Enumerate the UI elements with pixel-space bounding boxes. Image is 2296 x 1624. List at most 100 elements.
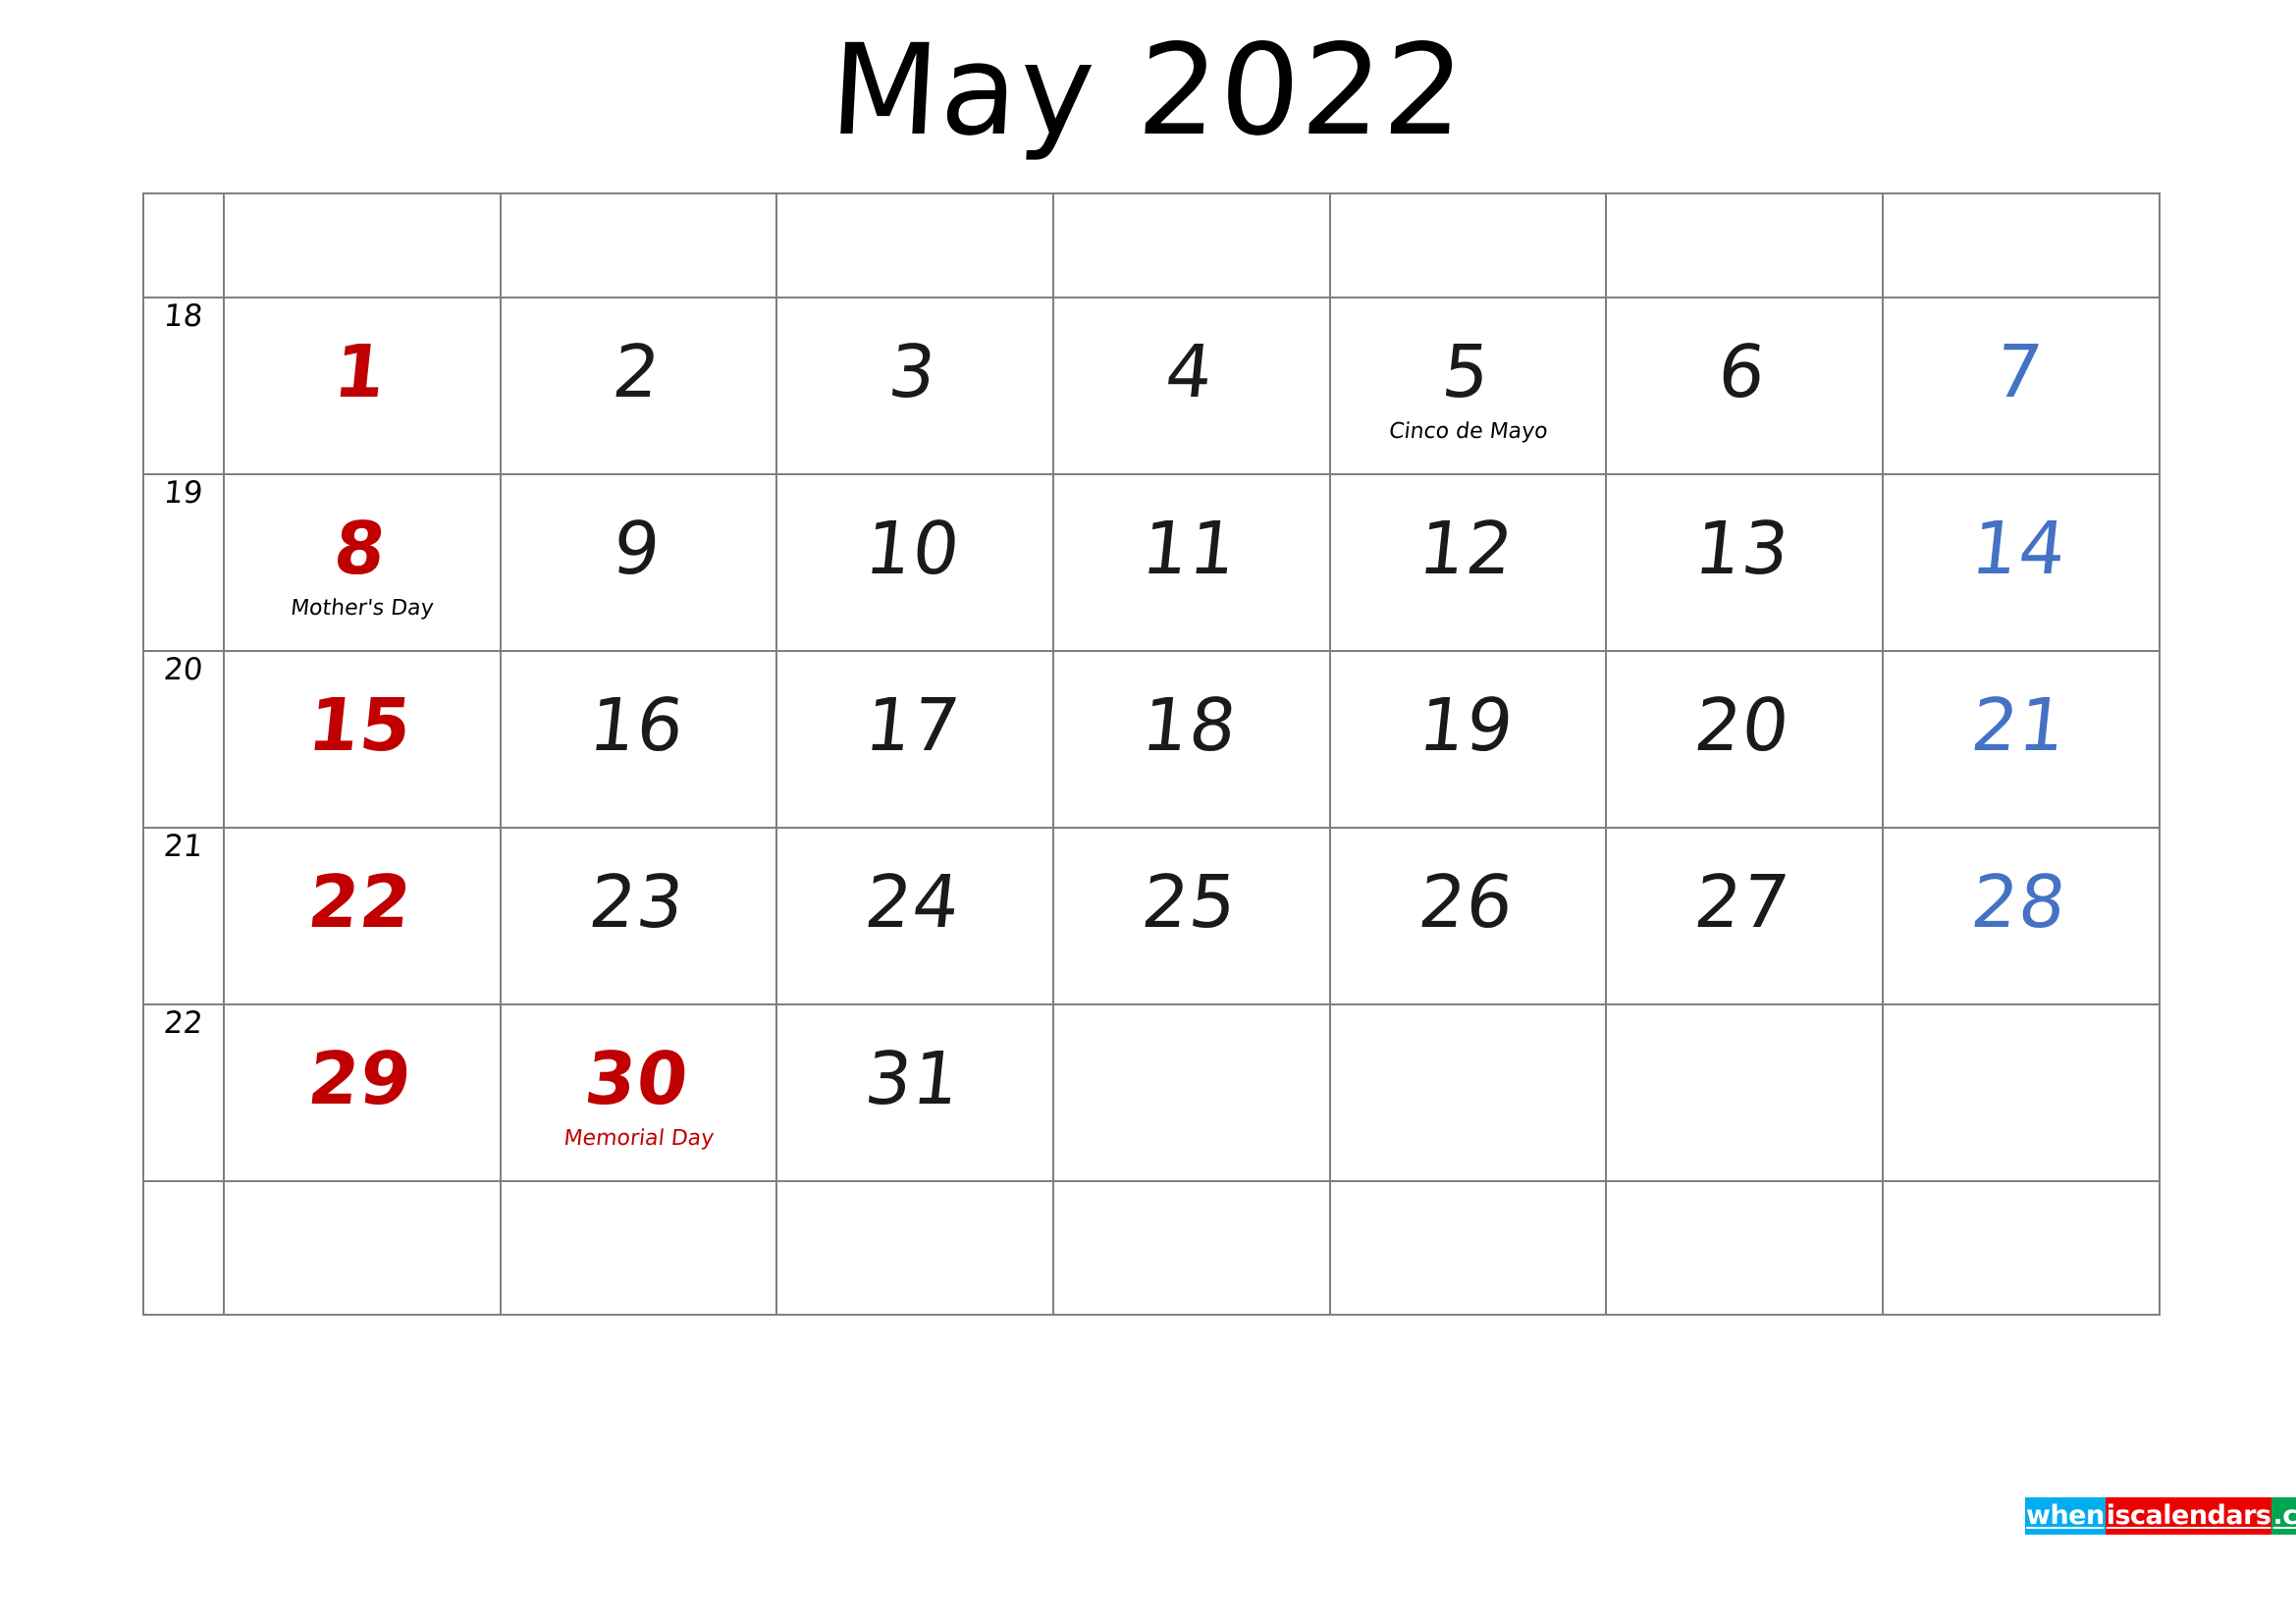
watermark-segment-when-label: when (2026, 1500, 2105, 1531)
day-cell-mon[interactable]: 2 (499, 297, 778, 475)
column-header-mon-label: Mon (578, 190, 699, 260)
column-header-fri-label: Fri (1709, 190, 1781, 260)
day-cell-wed[interactable]: 18 (1052, 650, 1331, 829)
column-header-wed: Wed (1052, 190, 1331, 298)
week-number-cell: 19 (142, 473, 225, 652)
column-header-thu-label: Thu (1414, 190, 1522, 260)
calendar-week-row: 18 1 2 3 4 5 Cinco de Mayo 6 7 (142, 297, 2161, 475)
day-number: 1 (330, 330, 391, 414)
column-header-tue: Tue (775, 190, 1055, 298)
column-header-sun: Sun (223, 190, 502, 298)
day-cell-fri[interactable] (1605, 1003, 1885, 1182)
day-number: 8 (330, 507, 391, 591)
day-cell-sun[interactable]: 29 (223, 1003, 502, 1182)
column-header-tue-label: Tue (866, 190, 965, 260)
calendar-grid: Wk Sun Mon Tue Wed Thu Fri Sat 18 1 2 3 … (142, 190, 2161, 1316)
day-cell-mon[interactable] (499, 1180, 778, 1316)
day-number: 30 (580, 1037, 693, 1121)
day-cell-sat[interactable] (1882, 1180, 2161, 1316)
column-header-mon: Mon (499, 190, 778, 298)
day-cell-tue[interactable]: 31 (775, 1003, 1055, 1182)
day-event-label: Mother's Day (289, 596, 435, 621)
day-cell-wed[interactable]: 25 (1052, 827, 1331, 1005)
day-cell-tue[interactable] (775, 1180, 1055, 1316)
day-cell-thu[interactable] (1328, 1003, 1608, 1182)
day-cell-fri[interactable]: 6 (1605, 297, 1885, 475)
day-cell-sun[interactable]: 1 (223, 297, 502, 475)
day-number: 17 (861, 683, 965, 768)
day-cell-mon[interactable]: 16 (499, 650, 778, 829)
week-number-label: 22 (162, 1005, 205, 1041)
day-number: 26 (1414, 860, 1519, 945)
day-cell-wed[interactable] (1052, 1180, 1331, 1316)
day-number: 16 (584, 683, 689, 768)
day-number: 18 (1138, 683, 1242, 768)
calendar-week-row: 21 22 23 24 25 26 27 28 (142, 827, 2161, 1005)
day-number: 25 (1138, 860, 1242, 945)
day-cell-tue[interactable]: 17 (775, 650, 1055, 829)
day-number: 11 (1138, 507, 1242, 591)
day-number: 10 (861, 507, 965, 591)
calendar-week-row: 22 29 30 Memorial Day 31 (142, 1003, 2161, 1182)
day-cell-sun[interactable]: 22 (223, 827, 502, 1005)
day-cell-sun[interactable]: 8 Mother's Day (223, 473, 502, 652)
day-cell-thu[interactable]: 26 (1328, 827, 1608, 1005)
column-header-sun-label: Sun (307, 190, 417, 260)
watermark-segment-when: when (2025, 1497, 2106, 1535)
day-cell-tue[interactable]: 24 (775, 827, 1055, 1005)
site-watermark-logo[interactable]: when iscalendars .com (2025, 1497, 2296, 1535)
day-cell-thu[interactable] (1328, 1180, 1608, 1316)
column-header-sat: Sat (1882, 190, 2161, 298)
day-number: 12 (1414, 507, 1519, 591)
day-cell-fri[interactable]: 13 (1605, 473, 1885, 652)
day-cell-sun[interactable]: 15 (223, 650, 502, 829)
day-cell-sat[interactable]: 28 (1882, 827, 2161, 1005)
day-number: 13 (1690, 507, 1794, 591)
day-cell-thu[interactable]: 12 (1328, 473, 1608, 652)
day-cell-fri[interactable] (1605, 1180, 1885, 1316)
calendar-header-row: Wk Sun Mon Tue Wed Thu Fri Sat (142, 190, 2161, 298)
week-number-label: 18 (162, 298, 205, 334)
day-cell-thu[interactable]: 5 Cinco de Mayo (1328, 297, 1608, 475)
week-number-cell: 21 (142, 827, 225, 1005)
column-header-fri: Fri (1605, 190, 1885, 298)
day-cell-mon[interactable]: 30 Memorial Day (499, 1003, 778, 1182)
column-header-wk: Wk (142, 191, 225, 298)
day-event-label: Cinco de Mayo (1387, 419, 1549, 444)
watermark-segment-iscalendars: iscalendars (2105, 1497, 2272, 1535)
watermark-segment-iscalendars-label: iscalendars (2106, 1500, 2271, 1531)
day-cell-sat[interactable]: 7 (1882, 297, 2161, 475)
day-cell-mon[interactable]: 23 (499, 827, 778, 1005)
week-number-cell: 20 (142, 650, 225, 829)
day-cell-sat[interactable]: 21 (1882, 650, 2161, 829)
watermark-segment-com-label: .com (2272, 1500, 2296, 1531)
day-cell-wed[interactable]: 4 (1052, 297, 1331, 475)
day-number: 24 (861, 860, 965, 945)
day-number: 20 (1690, 683, 1794, 768)
calendar-body: 18 1 2 3 4 5 Cinco de Mayo 6 7 19 8 Mother's Day 9 10… (142, 297, 2161, 1316)
day-number: 15 (303, 683, 416, 768)
day-cell-fri[interactable]: 27 (1605, 827, 1885, 1005)
calendar-week-row (142, 1180, 2161, 1316)
day-cell-thu[interactable]: 19 (1328, 650, 1608, 829)
week-number-label: 21 (162, 829, 205, 864)
week-number-cell (142, 1180, 225, 1316)
day-cell-wed[interactable] (1052, 1003, 1331, 1182)
day-cell-fri[interactable]: 20 (1605, 650, 1885, 829)
day-number: 31 (861, 1037, 965, 1121)
day-cell-sat[interactable] (1882, 1003, 2161, 1182)
day-cell-wed[interactable]: 11 (1052, 473, 1331, 652)
column-header-wk-label: Wk (155, 191, 212, 237)
day-cell-sat[interactable]: 14 (1882, 473, 2161, 652)
day-cell-mon[interactable]: 9 (499, 473, 778, 652)
day-number: 5 (1438, 330, 1495, 414)
day-event-label: Memorial Day (561, 1126, 716, 1151)
day-cell-tue[interactable]: 3 (775, 297, 1055, 475)
calendar-week-row: 19 8 Mother's Day 9 10 11 12 13 14 (142, 473, 2161, 652)
week-number-cell: 18 (142, 297, 225, 475)
day-number: 14 (1967, 507, 2071, 591)
day-number: 9 (608, 507, 666, 591)
day-cell-tue[interactable]: 10 (775, 473, 1055, 652)
day-number: 29 (303, 1037, 416, 1121)
day-cell-sun[interactable] (223, 1180, 502, 1316)
